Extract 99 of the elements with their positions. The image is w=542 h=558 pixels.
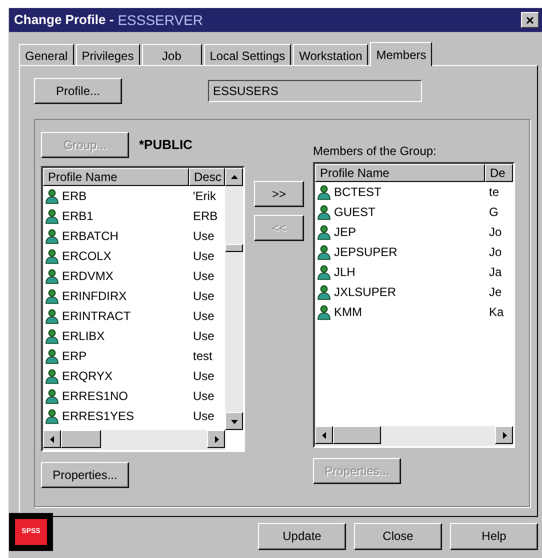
window-title: Change Profile - <box>14 11 114 30</box>
user-icon <box>45 388 59 404</box>
profile-description: Use <box>192 228 214 245</box>
profile-description: Ja <box>488 264 502 281</box>
horizontal-scrollbar[interactable] <box>43 430 225 450</box>
group-name: *PUBLIC <box>139 136 192 154</box>
profile-name[interactable]: GUEST <box>334 203 376 221</box>
left-arrow-icon <box>320 432 328 438</box>
properties-button[interactable]: Properties... <box>41 462 129 488</box>
tab[interactable]: General <box>19 44 74 65</box>
profile-name[interactable]: ERBATCH <box>62 227 118 245</box>
tab[interactable]: Job <box>142 44 202 65</box>
profile-description: Jo <box>488 224 502 241</box>
profile-description: Use <box>192 268 214 285</box>
profile-description: Use <box>192 408 214 425</box>
profile-name[interactable]: BCTEST <box>334 183 382 201</box>
user-icon <box>45 268 59 284</box>
column-header[interactable]: De <box>485 164 513 182</box>
user-icon <box>317 244 331 260</box>
profile-description: Jo <box>488 244 502 261</box>
tab[interactable]: Members <box>370 42 432 66</box>
user-icon <box>45 188 59 204</box>
profile-name[interactable]: KMM <box>334 303 362 321</box>
server-name: ESSSERVER <box>118 10 204 30</box>
profile-description: Use <box>192 308 214 325</box>
add-button[interactable]: >> <box>254 181 304 207</box>
profile-description: Use <box>192 368 214 385</box>
profile-list[interactable]: Profile Name De BCTEST te GUEST G JEP Jo JEPSUPER Jo JLH Ja JXLSUPER Je KMM Ka <box>313 162 515 448</box>
user-icon <box>45 308 59 324</box>
profile-description: G <box>488 204 498 221</box>
scroll-thumb[interactable] <box>61 430 101 448</box>
profile-name[interactable]: ERP <box>62 347 87 365</box>
close-button[interactable]: × <box>521 12 539 28</box>
update-button[interactable]: Update <box>258 522 346 550</box>
help-button[interactable]: Help <box>450 522 538 550</box>
profile-field[interactable]: ESSUSERS <box>208 80 422 102</box>
user-icon <box>317 264 331 280</box>
right-arrow-icon <box>500 432 508 438</box>
scroll-up-button[interactable] <box>225 168 243 186</box>
profile-name[interactable]: ERCOLX <box>62 247 112 265</box>
profile-description: Use <box>192 328 214 345</box>
user-icon <box>45 368 59 384</box>
members-label: Members of the Group: <box>313 143 438 160</box>
right-arrow-icon <box>212 436 220 442</box>
profile-name[interactable]: JXLSUPER <box>334 283 396 301</box>
profile-name[interactable]: ERDVMX <box>62 267 114 285</box>
column-header[interactable]: Profile Name <box>315 164 485 182</box>
column-header[interactable]: Desc <box>189 168 225 186</box>
profile-description: te <box>488 184 500 201</box>
scroll-left-button[interactable] <box>43 430 61 448</box>
user-icon <box>317 284 331 300</box>
horizontal-scrollbar[interactable] <box>315 426 513 446</box>
profile-name[interactable]: ERRES1YES <box>62 407 134 425</box>
profile-button[interactable]: Profile... <box>34 78 122 104</box>
profile-name[interactable]: ERB1 <box>62 207 94 225</box>
scroll-thumb[interactable] <box>225 244 243 252</box>
profile-name[interactable]: ERINFDIRX <box>62 287 127 305</box>
scroll-left-button[interactable] <box>315 426 333 444</box>
user-icon <box>45 228 59 244</box>
profile-name[interactable]: ERRES1NO <box>62 387 128 405</box>
up-arrow-icon <box>230 174 238 180</box>
profile-name[interactable]: JLH <box>334 263 356 281</box>
user-icon <box>317 224 331 240</box>
close-button[interactable]: Close <box>354 522 442 550</box>
profile-name[interactable]: ERB <box>62 187 87 205</box>
user-icon <box>45 408 59 424</box>
user-icon <box>45 248 59 264</box>
tab[interactable]: Privileges <box>76 44 140 65</box>
profile-description: 'Erik <box>192 188 216 205</box>
profile-description: ERB <box>192 208 218 225</box>
scroll-right-button[interactable] <box>207 430 225 448</box>
column-header[interactable]: Profile Name <box>43 168 189 186</box>
tab[interactable]: Workstation <box>293 44 368 65</box>
profile-name[interactable]: JEP <box>334 223 356 241</box>
user-icon <box>45 328 59 344</box>
profile-description: Use <box>192 388 214 405</box>
profile-list[interactable]: Profile Name Desc ERB 'Erik ERB1 ERB ERBATCH Use ERCOLX Use ERDVMX Use ERINFDIRX Use ERINTRACT Use ERLIBX Use ERP test ERQRYX Use ERRES1NO Use ERRES1YES Use <box>41 166 245 452</box>
profile-description: Ka <box>488 304 504 321</box>
scroll-down-button[interactable] <box>225 412 243 430</box>
profile-name[interactable]: ERQRYX <box>62 367 112 385</box>
vertical-scrollbar[interactable] <box>225 168 243 430</box>
profile-name[interactable]: JEPSUPER <box>334 243 398 261</box>
profile-description: Je <box>488 284 502 301</box>
profile-name[interactable]: ERINTRACT <box>62 307 131 325</box>
profile-description: Use <box>192 288 214 305</box>
user-icon <box>45 348 59 364</box>
profile-name[interactable]: ERLIBX <box>62 327 105 345</box>
scroll-thumb[interactable] <box>333 426 381 444</box>
profile-description: Use <box>192 248 214 265</box>
user-icon <box>45 208 59 224</box>
user-icon <box>317 304 331 320</box>
tab[interactable]: Local Settings <box>204 44 292 65</box>
profile-description: test <box>192 348 212 365</box>
user-icon <box>45 288 59 304</box>
user-icon <box>317 184 331 200</box>
user-icon <box>317 204 331 220</box>
scroll-right-button[interactable] <box>495 426 513 444</box>
down-arrow-icon <box>230 418 238 424</box>
left-arrow-icon <box>48 436 56 442</box>
